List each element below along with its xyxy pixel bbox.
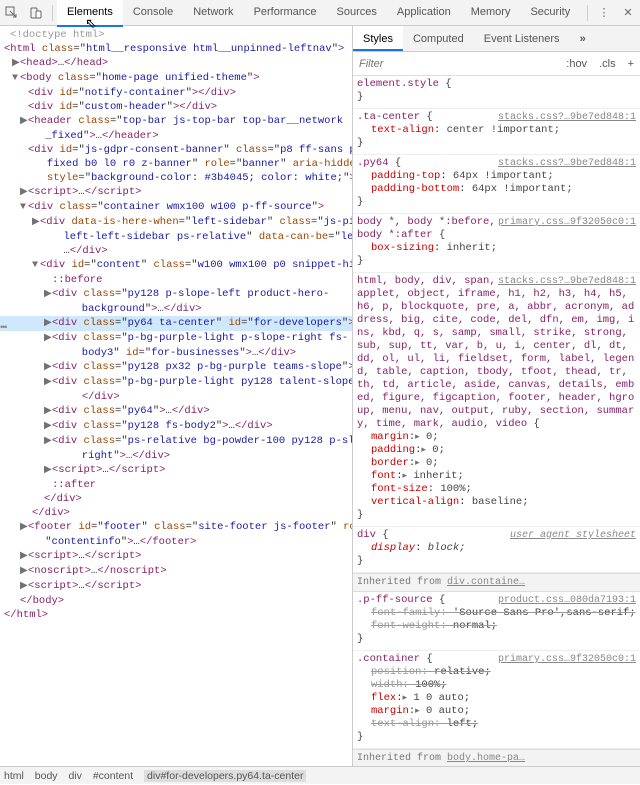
inherited-section: Inherited from div.containe… (353, 573, 640, 592)
inherited-section: Inherited from body.home-pa… (353, 749, 640, 766)
tab-security[interactable]: Security (520, 0, 580, 27)
crumb-content: #content (93, 770, 133, 782)
rule-body-all[interactable]: primary.css…9f32050c0:1 body *, body *:b… (353, 214, 640, 273)
filter-input[interactable] (353, 58, 560, 70)
source-link: stacks.css?…9be7ed848:1 (498, 275, 636, 288)
close-icon[interactable]: ✕ (616, 0, 640, 26)
rule-p-ff-source[interactable]: product.css…080da7193:1 .p-ff-source { f… (353, 592, 640, 651)
gutter-dots-icon[interactable]: ••• (0, 322, 6, 332)
device-icon[interactable] (24, 0, 48, 26)
tab-performance[interactable]: Performance (244, 0, 327, 27)
subtabs-more-icon[interactable]: » (570, 26, 596, 51)
inspect-icon[interactable] (0, 0, 24, 26)
rule-element-style[interactable]: element.style {} (353, 76, 640, 109)
tab-console[interactable]: Console (123, 0, 183, 27)
main-tabs: Elements Console Network Performance Sou… (57, 0, 583, 27)
source-link: primary.css…9f32050c0:1 (498, 216, 636, 229)
toggle-icon: ▶ (12, 57, 20, 71)
breadcrumb[interactable]: html body div #content div#for-developer… (0, 766, 640, 784)
rule-py64[interactable]: stacks.css?…9be7ed848:1 .py64 { padding-… (353, 155, 640, 214)
source-ua: user agent stylesheet (510, 529, 636, 542)
subtab-styles[interactable]: Styles (353, 26, 403, 51)
tab-application[interactable]: Application (387, 0, 461, 27)
dom-tree-panel: ••• <!doctype html> <html class="html__r… (0, 26, 353, 766)
hov-toggle[interactable]: :hov (560, 58, 593, 70)
tabs-more-icon[interactable]: » (580, 0, 583, 27)
styles-subtabs: Styles Computed Event Listeners » (353, 26, 640, 52)
subtab-computed[interactable]: Computed (403, 26, 474, 51)
crumb-html: html (4, 770, 24, 782)
source-link: primary.css…9f32050c0:1 (498, 653, 636, 666)
rule-container[interactable]: primary.css…9f32050c0:1 .container { pos… (353, 651, 640, 749)
tab-memory[interactable]: Memory (461, 0, 521, 27)
crumb-selected: div#for-developers.py64.ta-center (144, 770, 306, 782)
crumb-body: body (35, 770, 58, 782)
selected-dom-node: ▶<div class="py64 ta-center" id="for-dev… (0, 316, 352, 331)
tab-sources[interactable]: Sources (327, 0, 387, 27)
toggle-icon: ▼ (12, 72, 20, 86)
source-link: stacks.css?…9be7ed848:1 (498, 157, 636, 170)
new-rule-button[interactable]: + (622, 58, 640, 70)
rule-ua-div[interactable]: user agent stylesheet div { display: blo… (353, 527, 640, 573)
rule-ta-center[interactable]: stacks.css?…9be7ed848:1 .ta-center { tex… (353, 109, 640, 155)
tab-network[interactable]: Network (183, 0, 243, 27)
source-link: product.css…080da7193:1 (498, 594, 636, 607)
crumb-div: div (68, 770, 81, 782)
dom-tree[interactable]: <!doctype html> <html class="html__respo… (0, 26, 352, 624)
tab-elements[interactable]: Elements (57, 0, 123, 27)
rule-reset[interactable]: stacks.css?…9be7ed848:1 html, body, div,… (353, 273, 640, 527)
devtools-toolbar: Elements Console Network Performance Sou… (0, 0, 640, 26)
source-link: stacks.css?…9be7ed848:1 (498, 111, 636, 124)
cls-toggle[interactable]: .cls (593, 58, 622, 70)
menu-icon[interactable]: ⋮ (592, 0, 616, 26)
styles-panel: Styles Computed Event Listeners » :hov .… (353, 26, 640, 766)
subtab-event-listeners[interactable]: Event Listeners (474, 26, 570, 51)
